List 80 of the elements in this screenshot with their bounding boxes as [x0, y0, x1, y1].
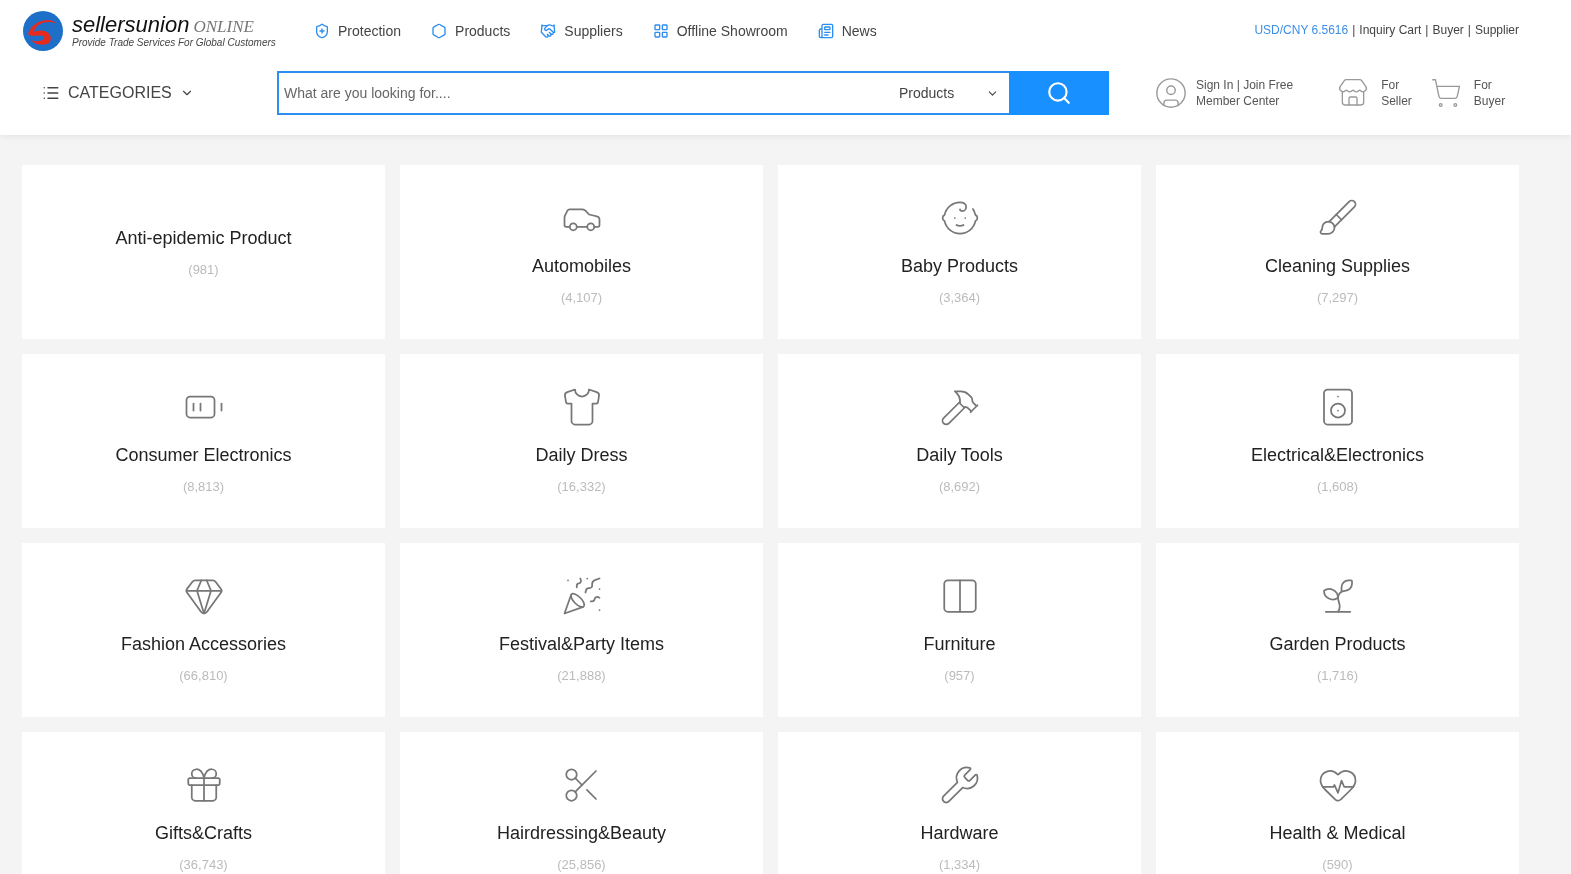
category-count: (25,856) — [557, 855, 606, 874]
category-name: Cleaning Supplies — [1264, 254, 1411, 278]
category-name: Electrical&Electronics — [1250, 443, 1425, 467]
category-count: (16,332) — [557, 477, 606, 496]
category-name: Hardware — [920, 821, 999, 845]
category-count: (4,107) — [560, 288, 603, 307]
logo-name: sellersunion — [72, 14, 190, 36]
top-link[interactable]: Inquiry Cart — [1359, 21, 1422, 39]
category-card[interactable]: Furniture (957) — [778, 543, 1141, 717]
separator: | — [1467, 22, 1471, 39]
category-card[interactable]: Festival&Party Items (21,888) — [400, 543, 763, 717]
category-count: (957) — [944, 666, 975, 685]
category-count: (1,716) — [1316, 666, 1359, 685]
logo-icon — [22, 10, 64, 52]
category-count: (36,743) — [179, 855, 228, 874]
category-card[interactable]: Gifts&Crafts (36,743) — [22, 732, 385, 874]
category-card[interactable]: Electrical&Electronics (1,608) — [1156, 354, 1519, 528]
category-count: (590) — [1322, 855, 1353, 874]
category-card[interactable]: Automobiles (4,107) — [400, 165, 763, 339]
nav-link[interactable]: Offline Showroom — [652, 20, 788, 42]
search-icon — [1046, 80, 1072, 106]
top-link[interactable]: Supplier — [1474, 21, 1519, 39]
category-count: (21,888) — [557, 666, 606, 685]
category-card[interactable]: Cleaning Supplies (7,297) — [1156, 165, 1519, 339]
newspaper-icon — [817, 23, 834, 39]
top-link[interactable]: Buyer — [1432, 21, 1464, 39]
category-name: Hairdressing&Beauty — [496, 821, 667, 845]
grid-icon — [652, 23, 669, 39]
category-card[interactable]: Health & Medical (590) — [1156, 732, 1519, 874]
category-card[interactable]: Anti-epidemic Product (981) — [22, 165, 385, 339]
category-name: Daily Tools — [916, 443, 1003, 467]
exchange-rate: USD/CNY 6.5616 — [1254, 22, 1349, 39]
category-count: (1,608) — [1316, 477, 1359, 496]
category-count: (8,813) — [182, 477, 225, 496]
category-card[interactable]: Fashion Accessories (66,810) — [22, 543, 385, 717]
logo-suffix: ONLINE — [193, 18, 254, 35]
cart-icon — [1429, 77, 1462, 109]
category-name: Anti-epidemic Product — [115, 226, 292, 250]
category-card[interactable]: Hardware (1,334) — [778, 732, 1141, 874]
category-name: Baby Products — [900, 254, 1019, 278]
category-count: (3,364) — [938, 288, 981, 307]
list-icon — [42, 84, 60, 102]
account-link[interactable]: Sign In | Join Free Member Center — [1154, 76, 1294, 110]
category-name: Gifts&Crafts — [155, 821, 252, 845]
shield-icon — [314, 23, 330, 39]
buyer-link[interactable]: For Buyer — [1429, 77, 1506, 109]
category-count: (66,810) — [179, 666, 228, 685]
nav-link[interactable]: Protection — [314, 20, 402, 42]
search-button[interactable] — [1009, 71, 1109, 115]
store-icon — [1337, 77, 1370, 109]
category-card[interactable]: Baby Products (3,364) — [778, 165, 1141, 339]
seller-link[interactable]: For Seller — [1337, 77, 1412, 109]
nav-link[interactable]: Products — [431, 20, 511, 42]
user-icon — [1154, 76, 1188, 110]
nav-link[interactable]: News — [817, 20, 877, 42]
category-card[interactable]: Daily Dress (16,332) — [400, 354, 763, 528]
nav-link[interactable]: Suppliers — [540, 20, 623, 42]
search-field[interactable]: What are you looking for.... — [277, 71, 889, 115]
category-name: Consumer Electronics — [115, 443, 292, 467]
category-name: Automobiles — [531, 254, 632, 278]
handshake-icon — [540, 23, 557, 39]
category-card[interactable]: Hairdressing&Beauty (25,856) — [400, 732, 763, 874]
category-count: (7,297) — [1316, 288, 1359, 307]
category-count: (1,334) — [938, 855, 981, 874]
category-name: Health & Medical — [1269, 821, 1406, 845]
category-count: (981) — [188, 260, 219, 279]
category-card[interactable]: Garden Products (1,716) — [1156, 543, 1519, 717]
separator: | — [1352, 22, 1356, 39]
categories-button[interactable]: CATEGORIES — [22, 81, 277, 105]
category-name: Garden Products — [1269, 632, 1406, 656]
category-name: Fashion Accessories — [120, 632, 287, 656]
category-name: Festival&Party Items — [498, 632, 664, 656]
category-card[interactable]: Consumer Electronics (8,813) — [22, 354, 385, 528]
logo-tagline: Provide Trade Services For Global Customers — [72, 38, 276, 48]
hexagon-icon — [431, 23, 448, 39]
category-card[interactable]: Daily Tools (8,692) — [778, 354, 1141, 528]
category-count: (8,692) — [938, 477, 981, 496]
separator: | — [1425, 22, 1429, 39]
category-name: Daily Dress — [535, 443, 628, 467]
category-name: Furniture — [923, 632, 996, 656]
